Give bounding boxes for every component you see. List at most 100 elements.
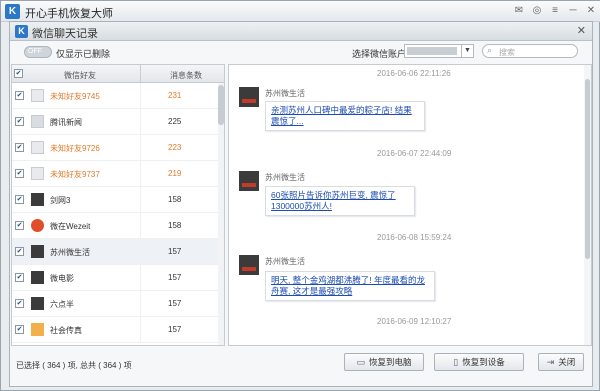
- row-checkbox[interactable]: ✔: [15, 325, 24, 334]
- message-timestamp: 2016-06-06 22:11:26: [377, 69, 451, 78]
- scrollbar-thumb[interactable]: [585, 79, 590, 259]
- row-divider: [140, 265, 141, 291]
- row-checkbox[interactable]: ✔: [15, 299, 24, 308]
- avatar: [239, 255, 259, 275]
- close-icon[interactable]: ✕: [585, 5, 597, 17]
- friend-name: 未知好友9745: [50, 92, 100, 101]
- row-checkbox[interactable]: ✔: [15, 117, 24, 126]
- message-bubble[interactable]: 明天, 整个金鸡湖都沸腾了! 年度最看的龙舟赛, 这才是最强攻略: [265, 271, 435, 301]
- selection-status: 已选择 ( 364 ) 项, 总共 ( 364 ) 项: [16, 361, 132, 370]
- message-count: 157: [168, 247, 182, 256]
- select-all-checkbox[interactable]: ✔: [14, 69, 23, 78]
- avatar: [31, 219, 44, 232]
- row-checkbox[interactable]: ✔: [15, 221, 24, 230]
- minimize-icon[interactable]: ─: [567, 5, 579, 17]
- avatar: [31, 89, 44, 102]
- app-window: K 开心手机恢复大师 ✉ ◎ ≡ ─ ✕ K 微信聊天记录 ✕ OFF 仅显示已…: [0, 0, 600, 391]
- wechat-icon[interactable]: ✉: [513, 5, 525, 17]
- avatar: [31, 115, 44, 128]
- sender-name: 苏州微生活: [265, 89, 305, 98]
- message-timestamp: 2016-06-07 22:44:09: [377, 149, 452, 158]
- list-item[interactable]: ✔ 剑网3 158: [12, 187, 224, 213]
- account-value-redacted: [407, 47, 457, 55]
- friend-name: 社会传真: [50, 326, 82, 335]
- friend-rows: ✔ 未知好友9745 231 ✔ 腾讯新闻 225 ✔ 未知好友9726 223…: [12, 83, 224, 343]
- list-item[interactable]: ✔ 未知好友9745 231: [12, 83, 224, 109]
- feedback-icon[interactable]: ◎: [531, 5, 543, 17]
- message-count: 158: [168, 221, 182, 230]
- friend-list-scrollbar[interactable]: [218, 83, 224, 345]
- list-item[interactable]: ✔ 苏州微生活 157: [12, 239, 224, 265]
- dialog-close-icon[interactable]: ✕: [577, 24, 586, 37]
- restore-to-pc-button[interactable]: ▭ 恢复到电脑: [344, 353, 424, 371]
- sender-name: 苏州微生活: [265, 257, 305, 266]
- menu-icon[interactable]: ≡: [549, 5, 561, 17]
- chat-scrollbar[interactable]: [584, 65, 591, 345]
- row-divider: [140, 161, 141, 187]
- list-item[interactable]: ✔ 未知好友9726 223: [12, 135, 224, 161]
- row-checkbox[interactable]: ✔: [15, 247, 24, 256]
- app-titlebar: K 开心手机恢复大师 ✉ ◎ ≡ ─ ✕: [1, 1, 600, 22]
- phone-icon: ▯: [453, 356, 459, 367]
- close-button[interactable]: ⇥ 关闭: [538, 353, 584, 371]
- message-count: 157: [168, 273, 182, 282]
- avatar: [31, 141, 44, 154]
- list-item[interactable]: ✔ 未知好友9737 219: [12, 161, 224, 187]
- avatar: [239, 87, 259, 107]
- row-checkbox[interactable]: ✔: [15, 91, 24, 100]
- message-count: 157: [168, 299, 182, 308]
- friend-name: 未知好友9726: [50, 144, 100, 153]
- row-divider: [140, 239, 141, 265]
- list-item[interactable]: ✔ 六点半 157: [12, 291, 224, 317]
- sender-name: 苏州微生活: [265, 173, 305, 182]
- friend-name: 未知好友9737: [50, 170, 100, 179]
- avatar: [31, 167, 44, 180]
- friend-name: 微在Wezeit: [50, 222, 91, 231]
- row-checkbox[interactable]: ✔: [15, 169, 24, 178]
- account-label: 选择微信账户: [352, 49, 407, 59]
- list-item[interactable]: ✔ 社会传真 157: [12, 317, 224, 343]
- deleted-only-toggle[interactable]: OFF: [24, 46, 52, 58]
- restore-to-device-button[interactable]: ▯ 恢复到设备: [434, 353, 524, 371]
- message-count: 157: [168, 325, 182, 334]
- chevron-down-icon[interactable]: ▼: [461, 45, 473, 57]
- close-label: 关闭: [558, 357, 576, 367]
- titlebar-icons: ✉ ◎ ≡ ─ ✕: [513, 5, 597, 17]
- message-count: 225: [168, 117, 182, 126]
- avatar: [31, 297, 44, 310]
- row-checkbox[interactable]: ✔: [15, 273, 24, 282]
- row-divider: [140, 135, 141, 161]
- row-checkbox[interactable]: ✔: [15, 195, 24, 204]
- list-item[interactable]: ✔ 微电影 157: [12, 265, 224, 291]
- wechat-dialog: K 微信聊天记录 ✕ OFF 仅显示已删除 选择微信账户 ▼ ⌕ 搜索 ✔ 微信…: [9, 21, 593, 387]
- app-logo: K: [5, 4, 20, 19]
- app-title: 开心手机恢复大师: [25, 8, 113, 20]
- scrollbar-thumb[interactable]: [218, 85, 224, 125]
- list-item[interactable]: ✔ 微在Wezeit 158: [12, 213, 224, 239]
- message-count: 231: [168, 91, 182, 100]
- message-count: 158: [168, 195, 182, 204]
- list-item[interactable]: ✔ 腾讯新闻 225: [12, 109, 224, 135]
- dialog-titlebar: K 微信聊天记录 ✕: [10, 22, 592, 41]
- avatar: [31, 245, 44, 258]
- chat-panel: 2016-06-06 22:11:26 苏州微生活 亲测苏州人口碑中最爱的粽子店…: [228, 64, 592, 346]
- row-divider: [140, 213, 141, 239]
- search-icon: ⌕: [487, 45, 493, 55]
- row-checkbox[interactable]: ✔: [15, 143, 24, 152]
- row-divider: [140, 291, 141, 317]
- footer: 已选择 ( 364 ) 项, 总共 ( 364 ) 项 ▭ 恢复到电脑 ▯ 恢复…: [10, 348, 592, 386]
- toolbar: OFF 仅显示已删除 选择微信账户 ▼ ⌕ 搜索: [10, 42, 592, 64]
- friend-name: 苏州微生活: [50, 248, 90, 257]
- avatar: [31, 271, 44, 284]
- row-divider: [140, 109, 141, 135]
- message-bubble[interactable]: 亲测苏州人口碑中最爱的粽子店! 结果震惊了...: [265, 101, 425, 131]
- message-timestamp: 2016-06-08 15:59:24: [377, 233, 452, 242]
- message-bubble[interactable]: 60张照片告诉你苏州巨变, 震惊了1300000苏州人!: [265, 186, 415, 216]
- search-input[interactable]: ⌕ 搜索: [482, 44, 578, 58]
- account-select[interactable]: ▼: [404, 44, 474, 58]
- friend-list-header: ✔ 微信好友 消息条数: [12, 65, 224, 83]
- computer-icon: ▭: [356, 356, 365, 367]
- exit-icon: ⇥: [546, 356, 555, 367]
- header-divider: [140, 65, 141, 83]
- header-friend: 微信好友: [64, 71, 96, 80]
